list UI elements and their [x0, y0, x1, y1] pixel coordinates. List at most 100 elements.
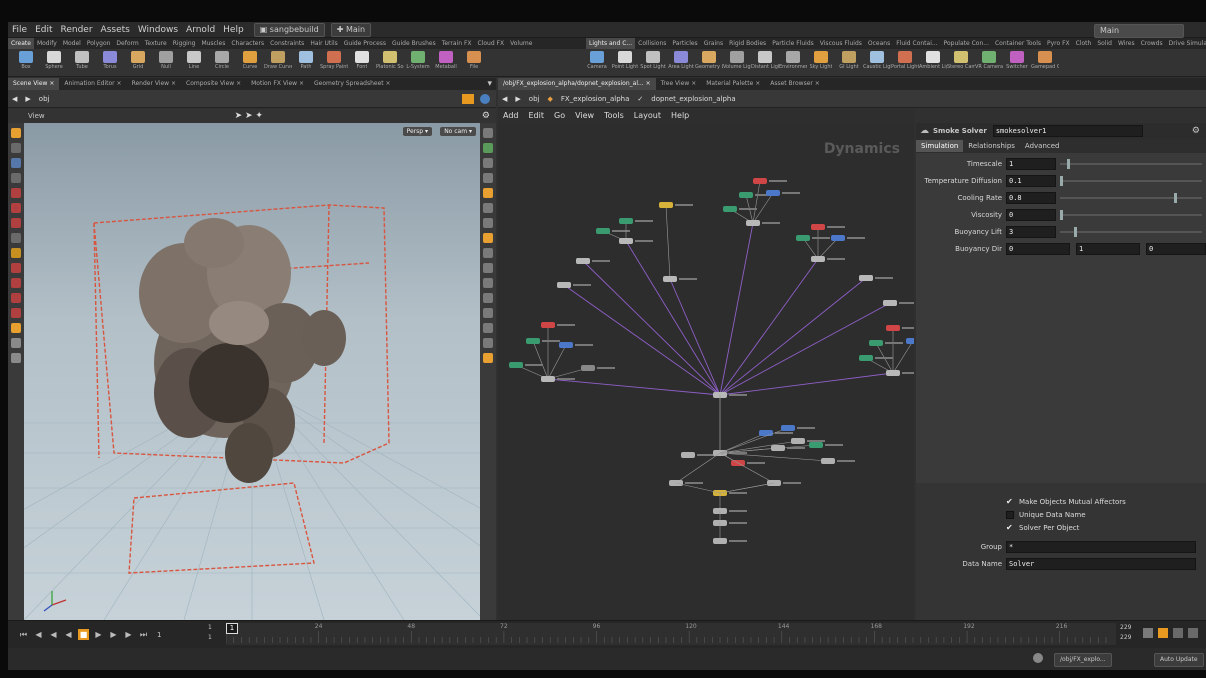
- build-selector[interactable]: ▣ sangbebuild: [253, 22, 325, 37]
- dop-node[interactable]: [781, 425, 795, 431]
- shelf-tab-create[interactable]: Create: [8, 38, 34, 49]
- step-back-key-icon[interactable]: ◀: [33, 629, 44, 640]
- shelf-tab-grains[interactable]: Grains: [701, 38, 726, 49]
- shelf-tool-ambient-light[interactable]: Ambient Light: [919, 49, 947, 70]
- scale-tool-icon[interactable]: [11, 173, 21, 183]
- dop-node[interactable]: [723, 206, 737, 212]
- shelf-tool-file[interactable]: File: [460, 49, 488, 70]
- menu-render[interactable]: Render: [57, 22, 97, 38]
- guides-icon[interactable]: [483, 248, 493, 258]
- merge-node[interactable]: [663, 276, 677, 282]
- menu-assets[interactable]: Assets: [97, 22, 134, 38]
- checkbox-unique-data-name[interactable]: Unique Data Name: [1006, 508, 1206, 521]
- shelf-tool-point-light[interactable]: Point Light: [611, 49, 639, 70]
- render-tool-icon[interactable]: [11, 323, 21, 333]
- tab-geometry-spreadsheet[interactable]: Geometry Spreadsheet ×: [309, 78, 396, 90]
- select-tool-icon[interactable]: [11, 128, 21, 138]
- forward-arrow-icon[interactable]: ▶: [21, 95, 34, 103]
- checkbox-mark[interactable]: ✔: [1006, 497, 1014, 506]
- brush-tool-icon[interactable]: [11, 218, 21, 228]
- merge-node[interactable]: [859, 275, 873, 281]
- dop-node[interactable]: [541, 322, 555, 328]
- tab-motion-fx-view[interactable]: Motion FX View ×: [246, 78, 309, 90]
- shelf-tab-particles[interactable]: Particles: [669, 38, 700, 49]
- step-forward-icon[interactable]: ▶: [108, 629, 119, 640]
- shelf-tab-cloud-fx[interactable]: Cloud FX: [475, 38, 508, 49]
- shelf-tool-spot-light[interactable]: Spot Light: [639, 49, 667, 70]
- net-back-arrow-icon[interactable]: ◀: [498, 95, 511, 103]
- play-icon[interactable]: ▶: [93, 629, 104, 640]
- temperature-diffusion-slider[interactable]: [1060, 175, 1202, 186]
- menu-help[interactable]: Help: [219, 22, 248, 38]
- flipbook-tool-icon[interactable]: [11, 353, 21, 363]
- move-tool-icon[interactable]: [11, 143, 21, 153]
- shelf-tab-deform[interactable]: Deform: [113, 38, 141, 49]
- go-start-icon[interactable]: ⏮: [18, 629, 29, 640]
- shelf-tab-terrain-fx[interactable]: Terrain FX: [439, 38, 475, 49]
- merge-node[interactable]: [619, 238, 633, 244]
- net-path-obj[interactable]: obj: [525, 95, 544, 103]
- merge-node[interactable]: [576, 258, 590, 264]
- shelf-tool-sphere[interactable]: Sphere: [40, 49, 68, 70]
- play-reverse-icon[interactable]: ◀: [63, 629, 74, 640]
- buoyancy-dir-y-field[interactable]: 1: [1076, 242, 1140, 255]
- shading-icon[interactable]: [483, 173, 493, 183]
- shelf-tab-fluid-contai[interactable]: Fluid Contai...: [893, 38, 940, 49]
- network-menu-layout[interactable]: Layout: [629, 109, 666, 123]
- temperature-diffusion-field[interactable]: 0.1: [1006, 174, 1056, 187]
- shelf-tab-particle-fluids[interactable]: Particle Fluids: [769, 38, 817, 49]
- viscosity-field[interactable]: 0: [1006, 208, 1056, 221]
- range-start-2[interactable]: 1: [208, 634, 212, 641]
- dop-node[interactable]: [791, 438, 805, 444]
- tab-scene-view[interactable]: Scene View ×: [8, 78, 60, 90]
- dop-node[interactable]: [811, 224, 825, 230]
- realtime-icon[interactable]: [1158, 628, 1168, 638]
- timescale-slider[interactable]: [1060, 158, 1202, 169]
- visualizer-icon[interactable]: [483, 233, 493, 243]
- step-forward-key-icon[interactable]: ▶: [123, 629, 134, 640]
- dop-node[interactable]: [619, 218, 633, 224]
- timescale-field[interactable]: 1: [1006, 157, 1056, 170]
- shelf-tool-environment-light[interactable]: Environment Light: [779, 49, 807, 70]
- dop-node[interactable]: [739, 192, 753, 198]
- shelf-tab-muscles[interactable]: Muscles: [198, 38, 228, 49]
- dop-node[interactable]: [559, 342, 573, 348]
- scene-viewport[interactable]: Persp ▾ No cam ▾: [24, 123, 480, 620]
- shelf-tab-rigid-bodies[interactable]: Rigid Bodies: [726, 38, 769, 49]
- tab-animation-editor[interactable]: Animation Editor ×: [59, 78, 126, 90]
- dop-node[interactable]: [581, 365, 595, 371]
- network-menu-edit[interactable]: Edit: [524, 109, 550, 123]
- checkbox-mark[interactable]: [1006, 510, 1014, 519]
- shelf-tab-polygon[interactable]: Polygon: [84, 38, 114, 49]
- dop-node[interactable]: [831, 235, 845, 241]
- merge-node[interactable]: [886, 370, 900, 376]
- data-name-field[interactable]: Solver: [1006, 557, 1196, 570]
- merge-node[interactable]: [746, 220, 760, 226]
- global-anim-icon[interactable]: [1188, 628, 1198, 638]
- dop-node[interactable]: [771, 445, 785, 451]
- shelf-tool-l-system[interactable]: L-System: [404, 49, 432, 70]
- bones-icon[interactable]: [483, 293, 493, 303]
- view-tools-icon[interactable]: ➤ ➤ ✦: [235, 111, 263, 121]
- buoyancy-lift-field[interactable]: 3: [1006, 225, 1056, 238]
- shelf-tab-volume[interactable]: Volume: [507, 38, 535, 49]
- merge-node[interactable]: [541, 376, 555, 382]
- shelf-tool-torus[interactable]: Torus: [96, 49, 124, 70]
- net-forward-arrow-icon[interactable]: ▶: [511, 95, 524, 103]
- shelf-tool-vr-camera[interactable]: VR Camera: [975, 49, 1003, 70]
- dop-node[interactable]: [681, 452, 695, 458]
- network-menu-help[interactable]: Help: [666, 109, 694, 123]
- shelf-tab-populate-con[interactable]: Populate Con...: [941, 38, 992, 49]
- shelf-tool-spray-paint[interactable]: Spray Paint: [320, 49, 348, 70]
- gear-icon[interactable]: ⚙: [1192, 126, 1200, 136]
- shelf-tab-pyro-fx[interactable]: Pyro FX: [1044, 38, 1073, 49]
- menu-file[interactable]: File: [8, 22, 31, 38]
- network-editor[interactable]: Dynamics: [498, 123, 914, 620]
- shelf-tool-grid[interactable]: Grid: [124, 49, 152, 70]
- shelf-tab-model[interactable]: Model: [60, 38, 84, 49]
- dop-node[interactable]: [869, 340, 883, 346]
- merge-node[interactable]: [883, 300, 897, 306]
- shelf-tool-stereo-camera[interactable]: Stereo Camera: [947, 49, 975, 70]
- cooling-rate-slider[interactable]: [1060, 192, 1202, 203]
- shelf-tab-collisions[interactable]: Collisions: [635, 38, 669, 49]
